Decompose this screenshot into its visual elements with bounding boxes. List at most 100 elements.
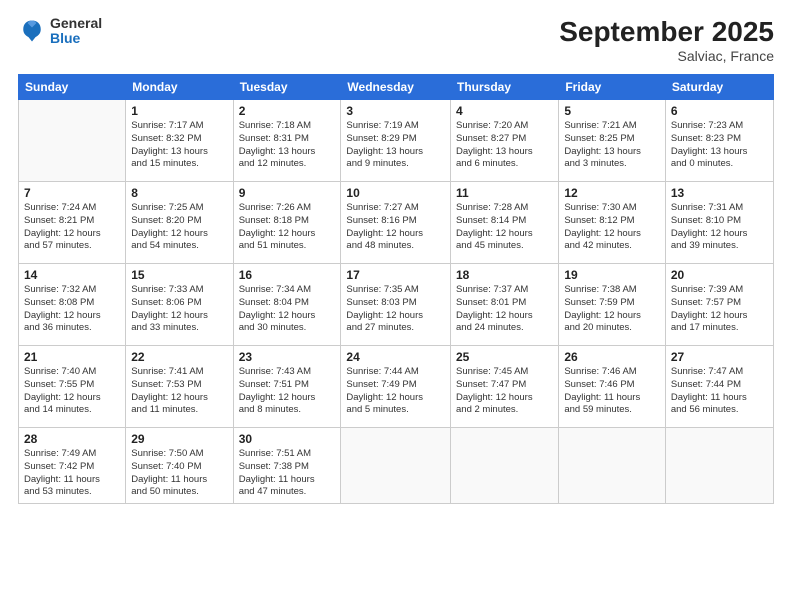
day-cell: 20 Sunrise: 7:39 AM Sunset: 7:57 PM Dayli…: [665, 264, 773, 346]
week-row-5: 28 Sunrise: 7:49 AM Sunset: 7:42 PM Dayli…: [19, 428, 774, 504]
day-number: 12: [564, 186, 660, 200]
logo-blue: Blue: [50, 31, 102, 46]
day-number: 27: [671, 350, 768, 364]
day-info: Sunrise: 7:38 AM Sunset: 7:59 PM Dayligh…: [564, 284, 660, 335]
day-number: 23: [239, 350, 336, 364]
day-info: Sunrise: 7:31 AM Sunset: 8:10 PM Dayligh…: [671, 202, 768, 253]
day-number: 13: [671, 186, 768, 200]
day-number: 6: [671, 104, 768, 118]
day-cell: 10 Sunrise: 7:27 AM Sunset: 8:16 PM Dayli…: [341, 182, 451, 264]
day-info: Sunrise: 7:33 AM Sunset: 8:06 PM Dayligh…: [131, 284, 227, 335]
day-cell: 17Sunrise: 7:35 AM Sunset: 8:03 PM Dayli…: [341, 264, 451, 346]
day-cell: 25Sunrise: 7:45 AM Sunset: 7:47 PM Dayli…: [451, 346, 559, 428]
day-number: 20: [671, 268, 768, 282]
day-info: Sunrise: 7:43 AM Sunset: 7:51 PM Dayligh…: [239, 366, 336, 417]
day-number: 4: [456, 104, 553, 118]
day-info: Sunrise: 7:34 AM Sunset: 8:04 PM Dayligh…: [239, 284, 336, 335]
day-info: Sunrise: 7:26 AM Sunset: 8:18 PM Dayligh…: [239, 202, 336, 253]
header-sunday: Sunday: [19, 75, 126, 100]
header-thursday: Thursday: [451, 75, 559, 100]
day-cell: 13 Sunrise: 7:31 AM Sunset: 8:10 PM Dayli…: [665, 182, 773, 264]
day-cell: 18 Sunrise: 7:37 AM Sunset: 8:01 PM Dayli…: [451, 264, 559, 346]
day-cell: 12 Sunrise: 7:30 AM Sunset: 8:12 PM Dayli…: [559, 182, 666, 264]
day-number: 19: [564, 268, 660, 282]
day-info: Sunrise: 7:28 AM Sunset: 8:14 PM Dayligh…: [456, 202, 553, 253]
calendar-table: Sunday Monday Tuesday Wednesday Thursday…: [18, 74, 774, 504]
day-number: 3: [346, 104, 445, 118]
day-cell: 26Sunrise: 7:46 AM Sunset: 7:46 PM Dayli…: [559, 346, 666, 428]
week-row-4: 21 Sunrise: 7:40 AM Sunset: 7:55 PM Dayli…: [19, 346, 774, 428]
day-info: Sunrise: 7:49 AM Sunset: 7:42 PM Dayligh…: [24, 448, 120, 499]
calendar-body: 1 Sunrise: 7:17 AM Sunset: 8:32 PM Daylig…: [19, 100, 774, 504]
day-info: Sunrise: 7:39 AM Sunset: 7:57 PM Dayligh…: [671, 284, 768, 335]
day-cell: 9 Sunrise: 7:26 AM Sunset: 8:18 PM Daylig…: [233, 182, 341, 264]
day-cell: 8 Sunrise: 7:25 AM Sunset: 8:20 PM Daylig…: [126, 182, 233, 264]
day-cell: 23 Sunrise: 7:43 AM Sunset: 7:51 PM Dayli…: [233, 346, 341, 428]
day-number: 16: [239, 268, 336, 282]
day-info: Sunrise: 7:47 AM Sunset: 7:44 PM Dayligh…: [671, 366, 768, 417]
day-cell: [341, 428, 451, 504]
day-number: 28: [24, 432, 120, 446]
logo-general: General: [50, 16, 102, 31]
day-number: 18: [456, 268, 553, 282]
day-info: Sunrise: 7:27 AM Sunset: 8:16 PM Dayligh…: [346, 202, 445, 253]
header-friday: Friday: [559, 75, 666, 100]
header-tuesday: Tuesday: [233, 75, 341, 100]
day-cell: [559, 428, 666, 504]
day-cell: [451, 428, 559, 504]
day-number: 14: [24, 268, 120, 282]
day-number: 24: [346, 350, 445, 364]
logo-icon: [18, 17, 46, 45]
day-cell: 15Sunrise: 7:33 AM Sunset: 8:06 PM Dayli…: [126, 264, 233, 346]
day-info: Sunrise: 7:37 AM Sunset: 8:01 PM Dayligh…: [456, 284, 553, 335]
day-number: 1: [131, 104, 227, 118]
day-number: 10: [346, 186, 445, 200]
day-info: Sunrise: 7:51 AM Sunset: 7:38 PM Dayligh…: [239, 448, 336, 499]
day-number: 2: [239, 104, 336, 118]
logo: General Blue: [18, 16, 102, 47]
day-number: 9: [239, 186, 336, 200]
day-cell: 16 Sunrise: 7:34 AM Sunset: 8:04 PM Dayli…: [233, 264, 341, 346]
day-cell: 4Sunrise: 7:20 AM Sunset: 8:27 PM Daylig…: [451, 100, 559, 182]
day-cell: 2 Sunrise: 7:18 AM Sunset: 8:31 PM Daylig…: [233, 100, 341, 182]
day-info: Sunrise: 7:25 AM Sunset: 8:20 PM Dayligh…: [131, 202, 227, 253]
page: General Blue September 2025 Salviac, Fra…: [0, 0, 792, 612]
day-info: Sunrise: 7:23 AM Sunset: 8:23 PM Dayligh…: [671, 120, 768, 171]
day-cell: 5Sunrise: 7:21 AM Sunset: 8:25 PM Daylig…: [559, 100, 666, 182]
day-number: 29: [131, 432, 227, 446]
header-wednesday: Wednesday: [341, 75, 451, 100]
day-cell: 11Sunrise: 7:28 AM Sunset: 8:14 PM Dayli…: [451, 182, 559, 264]
day-cell: [665, 428, 773, 504]
day-cell: 21 Sunrise: 7:40 AM Sunset: 7:55 PM Dayli…: [19, 346, 126, 428]
day-cell: 3 Sunrise: 7:19 AM Sunset: 8:29 PM Daylig…: [341, 100, 451, 182]
day-info: Sunrise: 7:19 AM Sunset: 8:29 PM Dayligh…: [346, 120, 445, 171]
day-number: 30: [239, 432, 336, 446]
header: General Blue September 2025 Salviac, Fra…: [18, 16, 774, 64]
day-info: Sunrise: 7:45 AM Sunset: 7:47 PM Dayligh…: [456, 366, 553, 417]
day-info: Sunrise: 7:40 AM Sunset: 7:55 PM Dayligh…: [24, 366, 120, 417]
day-number: 21: [24, 350, 120, 364]
header-saturday: Saturday: [665, 75, 773, 100]
day-cell: 1 Sunrise: 7:17 AM Sunset: 8:32 PM Daylig…: [126, 100, 233, 182]
day-number: 7: [24, 186, 120, 200]
day-info: Sunrise: 7:17 AM Sunset: 8:32 PM Dayligh…: [131, 120, 227, 171]
day-cell: 7 Sunrise: 7:24 AM Sunset: 8:21 PM Daylig…: [19, 182, 126, 264]
week-row-2: 7 Sunrise: 7:24 AM Sunset: 8:21 PM Daylig…: [19, 182, 774, 264]
day-number: 17: [346, 268, 445, 282]
day-info: Sunrise: 7:32 AM Sunset: 8:08 PM Dayligh…: [24, 284, 120, 335]
day-info: Sunrise: 7:41 AM Sunset: 7:53 PM Dayligh…: [131, 366, 227, 417]
day-info: Sunrise: 7:24 AM Sunset: 8:21 PM Dayligh…: [24, 202, 120, 253]
title-block: September 2025 Salviac, France: [559, 16, 774, 64]
day-info: Sunrise: 7:30 AM Sunset: 8:12 PM Dayligh…: [564, 202, 660, 253]
calendar-title: September 2025: [559, 16, 774, 48]
day-info: Sunrise: 7:50 AM Sunset: 7:40 PM Dayligh…: [131, 448, 227, 499]
header-row: Sunday Monday Tuesday Wednesday Thursday…: [19, 75, 774, 100]
logo-text: General Blue: [50, 16, 102, 47]
day-cell: 22Sunrise: 7:41 AM Sunset: 7:53 PM Dayli…: [126, 346, 233, 428]
day-info: Sunrise: 7:18 AM Sunset: 8:31 PM Dayligh…: [239, 120, 336, 171]
day-cell: 24Sunrise: 7:44 AM Sunset: 7:49 PM Dayli…: [341, 346, 451, 428]
day-cell: 19 Sunrise: 7:38 AM Sunset: 7:59 PM Dayli…: [559, 264, 666, 346]
week-row-1: 1 Sunrise: 7:17 AM Sunset: 8:32 PM Daylig…: [19, 100, 774, 182]
day-number: 8: [131, 186, 227, 200]
day-cell: 27 Sunrise: 7:47 AM Sunset: 7:44 PM Dayli…: [665, 346, 773, 428]
